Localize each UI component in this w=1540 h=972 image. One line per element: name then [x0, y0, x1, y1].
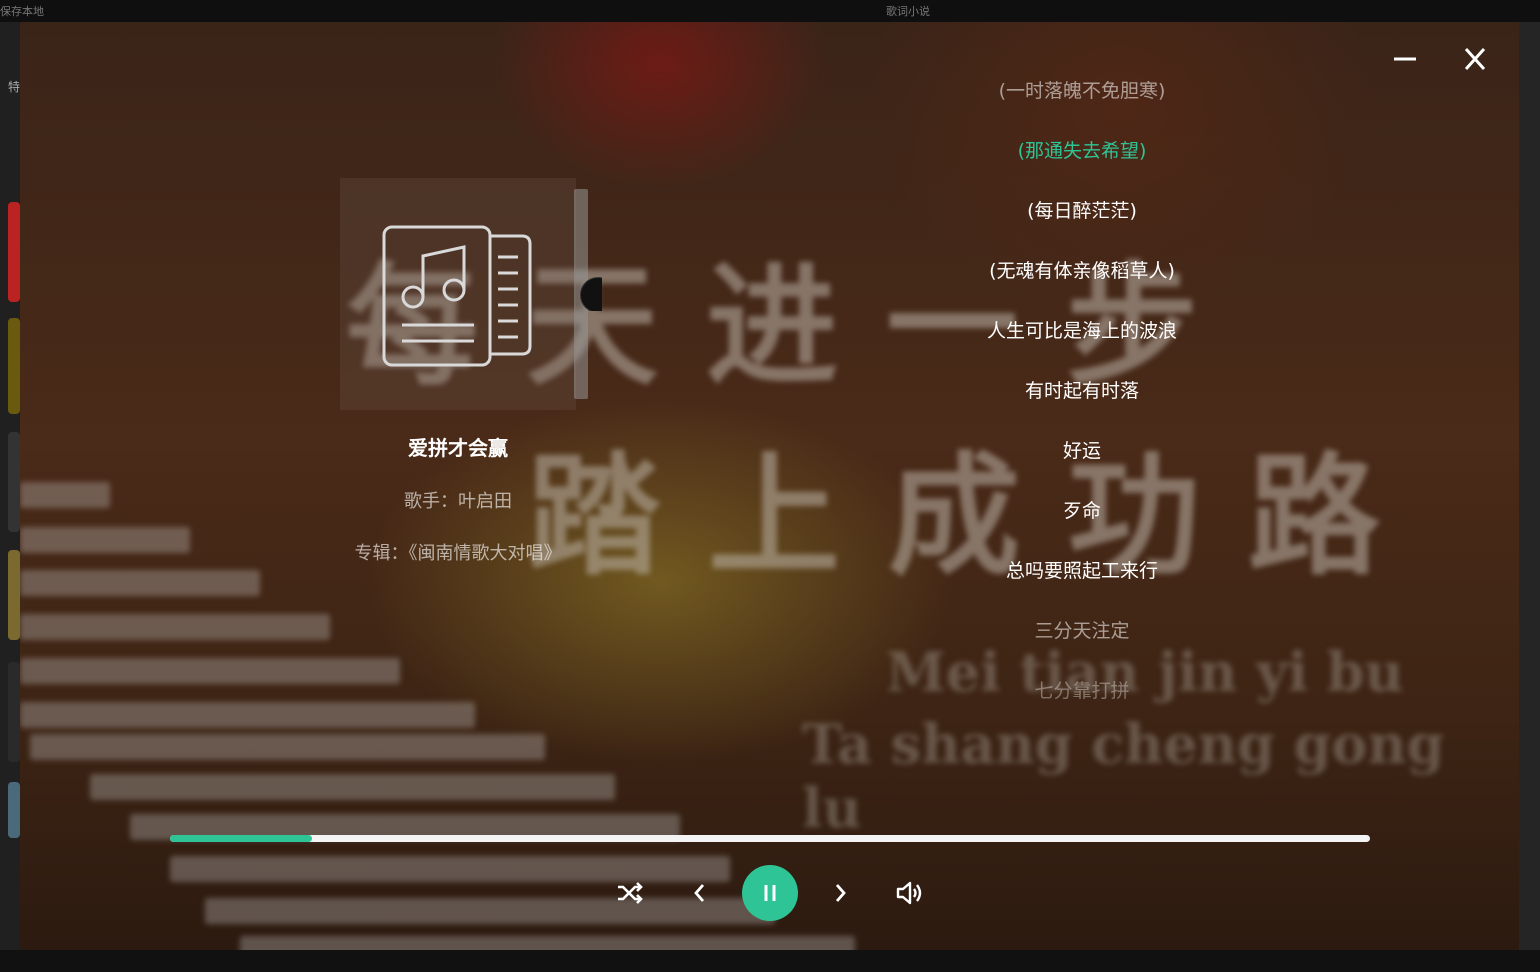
- volume-icon: [896, 881, 922, 905]
- lyric-line: (每日醉茫茫): [1027, 200, 1137, 222]
- background-thumbnail: [8, 550, 20, 640]
- lyric-line: 有时起有时落: [1024, 380, 1139, 402]
- progress-bar[interactable]: [170, 835, 1370, 842]
- chevron-left-icon: [694, 884, 705, 902]
- chevron-right-icon: [835, 884, 846, 902]
- background-right-panel: [1518, 22, 1540, 972]
- volume-button[interactable]: [892, 877, 928, 909]
- lyric-line-current: (那通失去希望): [1017, 140, 1147, 162]
- lyric-line: 总吗要照起工来行: [1005, 560, 1158, 582]
- now-playing-panel: 每天进一步 踏上成功路 Mei tian jin yi bu Ta shang …: [20, 22, 1519, 950]
- minimize-button[interactable]: [1387, 44, 1423, 74]
- previous-button[interactable]: [684, 877, 716, 909]
- background-thumbnail: [8, 432, 20, 532]
- close-button[interactable]: [1457, 44, 1493, 74]
- background-titlebar: 保存本地 歌词小说: [0, 0, 1540, 22]
- pause-icon: [764, 885, 776, 901]
- music-note-icon: [382, 225, 532, 367]
- shuffle-button[interactable]: [614, 877, 646, 909]
- lyric-line: 三分天注定: [1034, 620, 1130, 642]
- background-save-local-label: 保存本地: [0, 5, 44, 18]
- song-title: 爱拼才会赢: [408, 436, 508, 460]
- background-thumbnail: [8, 318, 20, 414]
- shuffle-icon: [618, 882, 643, 904]
- background-art-pinyin2: Ta shang cheng gong lu: [802, 712, 1445, 840]
- lyric-line: 七分靠打拼: [1034, 680, 1130, 702]
- background-bottom-bar: [0, 950, 1540, 972]
- minimize-icon: [1394, 57, 1416, 61]
- background-thumbnail: [8, 202, 20, 302]
- song-artist: 歌手：叶启田: [404, 491, 512, 512]
- play-pause-button[interactable]: [742, 865, 798, 921]
- lyric-line: 人生可比是海上的波浪: [986, 320, 1177, 342]
- close-icon: [1464, 47, 1486, 71]
- lyric-line: (一时落魄不免胆寒): [998, 80, 1166, 102]
- lyric-line: 歹命: [1062, 500, 1101, 522]
- background-lyrics-label: 歌词小说: [886, 5, 930, 18]
- lyric-line: 好运: [1062, 440, 1101, 462]
- next-button[interactable]: [824, 877, 856, 909]
- background-side-label: 特: [8, 80, 21, 94]
- background-left-panel: 特: [0, 22, 20, 972]
- progress-bar-fill: [170, 835, 312, 842]
- background-thumbnail: [8, 662, 20, 762]
- song-album: 专辑：《闽南情歌大对唱》: [354, 543, 562, 564]
- background-album-art: 每天进一步 踏上成功路 Mei tian jin yi bu Ta shang …: [20, 22, 1519, 950]
- background-thumbnail: [8, 782, 20, 838]
- lyric-line: (无魂有体亲像稻草人): [989, 260, 1175, 282]
- vinyl-disc-center: [574, 277, 602, 311]
